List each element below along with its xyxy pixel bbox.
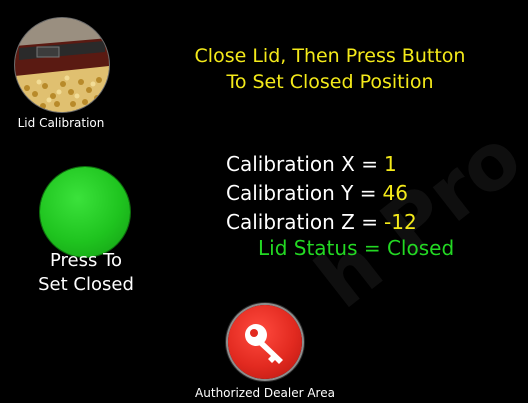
lid-status-text: Lid Status = Closed [258, 236, 455, 260]
set-closed-label: Press To Set Closed [20, 249, 152, 297]
calibration-x-label: Calibration X = [226, 152, 378, 176]
set-closed-button[interactable] [40, 167, 130, 257]
dealer-area-button[interactable] [228, 305, 302, 379]
calibration-x-readout: Calibration X = 1 [226, 150, 417, 179]
calibration-screen: h Pro Lid Calibration Close Lid, Then Pr [0, 0, 528, 403]
set-closed-label-line-1: Press To [49, 250, 123, 271]
dealer-area-label: Authorized Dealer Area [195, 386, 335, 400]
key-icon [245, 324, 283, 364]
lid-calibration-thumbnail[interactable] [14, 17, 110, 113]
instruction-heading: Close Lid, Then Press Button To Set Clos… [150, 43, 510, 95]
lid-photo-icon [15, 18, 109, 112]
set-closed-label-line-2: Set Closed [38, 274, 134, 295]
calibration-z-readout: Calibration Z = -12 [226, 208, 417, 237]
instruction-line-1: Close Lid, Then Press Button [194, 45, 466, 67]
calibration-y-label: Calibration Y = [226, 181, 377, 205]
calibration-z-label: Calibration Z = [226, 210, 378, 234]
lid-calibration-label: Lid Calibration [17, 116, 105, 130]
calibration-y-readout: Calibration Y = 46 [226, 179, 417, 208]
instruction-line-2: To Set Closed Position [226, 71, 434, 93]
calibration-y-value: 46 [382, 181, 408, 205]
calibration-readouts: Calibration X = 1 Calibration Y = 46 Calib… [226, 150, 417, 237]
calibration-x-value: 1 [384, 152, 397, 176]
calibration-z-value: -12 [384, 210, 417, 234]
